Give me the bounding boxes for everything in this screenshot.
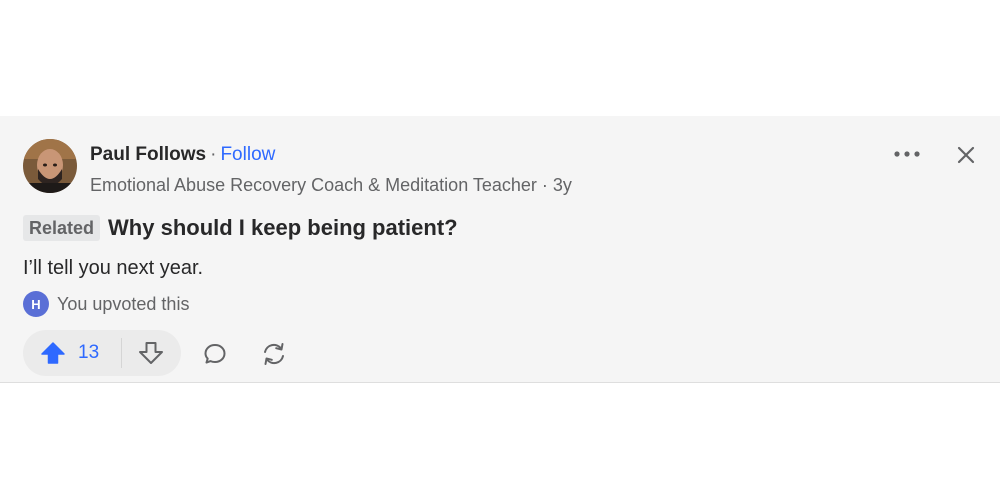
upvote-count: 13 (78, 342, 100, 363)
close-button[interactable] (953, 142, 979, 168)
user-avatar: H (23, 291, 49, 317)
share-icon (264, 343, 284, 365)
author-avatar[interactable] (23, 139, 77, 193)
more-horizontal-icon (894, 151, 920, 157)
vote-pill: 13 (23, 330, 181, 376)
close-icon (957, 146, 975, 164)
comment-button[interactable] (200, 340, 230, 368)
downvote-button[interactable] (122, 330, 180, 376)
author-line: Paul Follows · Follow (90, 144, 275, 166)
upvote-arrow-icon (41, 342, 65, 364)
comment-icon (204, 344, 226, 364)
upvote-button[interactable]: 13 (23, 330, 121, 376)
related-tag: Related (23, 215, 101, 241)
more-options-button[interactable] (890, 142, 924, 166)
answer-text: I’ll tell you next year. (23, 257, 204, 279)
author-photo (23, 139, 77, 193)
answer-card: Paul Follows · Follow Emotional Abuse Reco… (0, 116, 1000, 383)
downvote-arrow-icon (139, 342, 163, 364)
follow-button[interactable]: Follow (220, 144, 275, 165)
upvoted-indicator: H You upvoted this (23, 291, 189, 317)
related-question: Related Why should I keep being patient? (23, 215, 458, 241)
author-credential: Emotional Abuse Recovery Coach & Meditat… (90, 175, 572, 195)
author-name[interactable]: Paul Follows (90, 144, 206, 165)
upvoted-text: You upvoted this (57, 293, 190, 314)
author-separator: · (210, 144, 217, 165)
question-title[interactable]: Why should I keep being patient? (108, 215, 458, 241)
share-button[interactable] (258, 340, 290, 368)
